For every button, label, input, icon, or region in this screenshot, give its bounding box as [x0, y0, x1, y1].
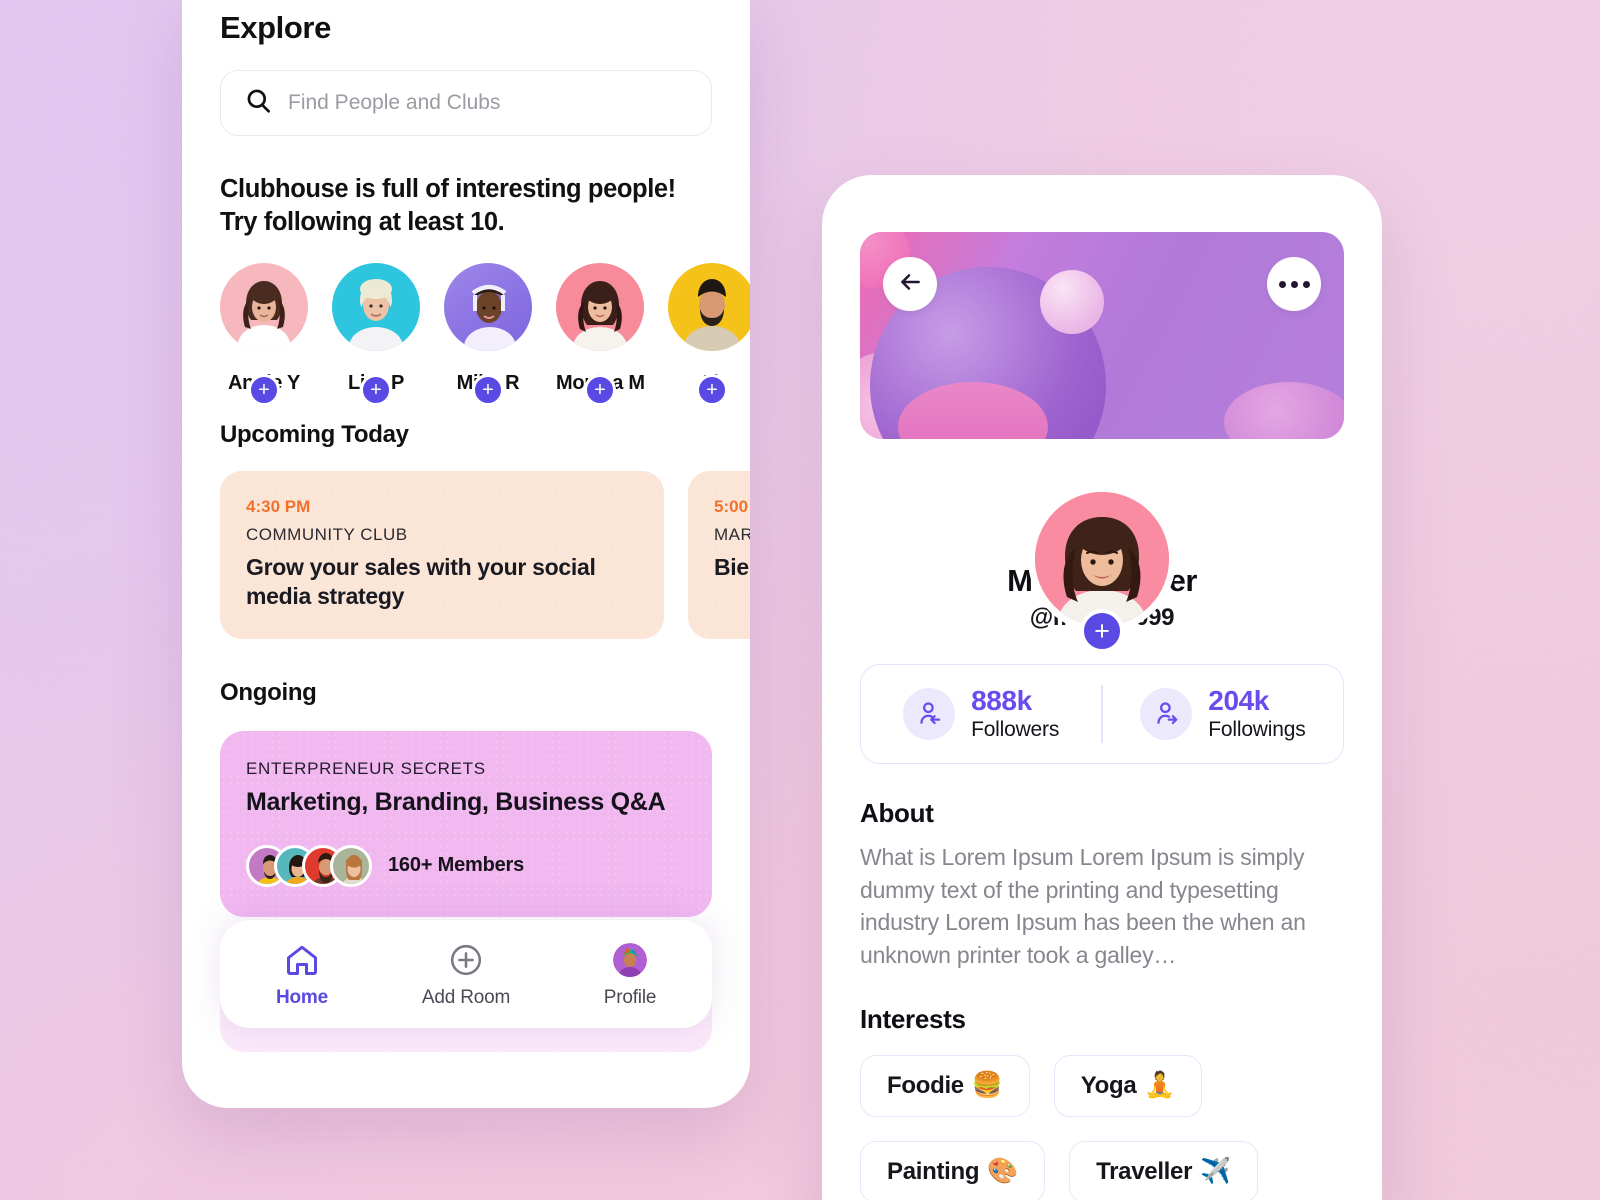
member-count: 160+ Members	[388, 854, 525, 877]
nav-label-profile: Profile	[603, 987, 657, 1008]
about-heading: About	[860, 798, 934, 828]
cover-blob	[1040, 270, 1104, 334]
avatar	[220, 263, 308, 352]
event-title: Grow your sales with your social media s…	[246, 554, 596, 610]
nav-item-home[interactable]: Home	[220, 939, 384, 1009]
interest-label: Foodie	[887, 1071, 964, 1099]
home-icon	[220, 939, 384, 981]
interest-chip-yoga[interactable]: Yoga 🧘	[1053, 1054, 1203, 1117]
nav-item-add-room[interactable]: Add Room	[384, 939, 548, 1009]
avatar	[444, 263, 532, 352]
stat-followings[interactable]: 204k Followings	[1103, 686, 1343, 741]
profile-avatar-wrap: +	[1028, 485, 1176, 653]
search-bar[interactable]	[220, 70, 712, 136]
room-title: Marketing, Branding, Business Q&A	[246, 787, 666, 816]
stat-followers[interactable]: 888k Followers	[861, 686, 1101, 741]
airplane-icon: ✈️	[1200, 1157, 1231, 1186]
interests-chips[interactable]: Foodie 🍔 Yoga 🧘 Painting 🎨 Traveller ✈️ …	[860, 1054, 1344, 1200]
follower-icon	[903, 687, 956, 740]
profile-stats: 888k Followers 204k Followings	[860, 664, 1344, 764]
follow-button[interactable]: +	[472, 374, 504, 407]
interest-chip-painting[interactable]: Painting 🎨	[860, 1140, 1046, 1200]
event-club: COMMUNITY CLUB	[246, 525, 408, 545]
search-input[interactable]	[288, 91, 687, 115]
more-options-button[interactable]	[1267, 257, 1321, 311]
follow-button[interactable]: +	[360, 374, 392, 407]
person-card[interactable]: + Annie Y	[220, 263, 308, 407]
nav-item-profile[interactable]: Profile	[548, 939, 712, 1009]
person-card[interactable]: + Liza P	[332, 263, 420, 407]
cover-blob	[1224, 382, 1344, 439]
profile-phone-frame: + Monica Miller @monica099 888k Follower…	[822, 175, 1382, 1200]
nav-label-add-room: Add Room	[421, 987, 511, 1008]
promo-text: Clubhouse is full of interesting people!…	[220, 173, 712, 239]
stat-label: Followings	[1208, 717, 1306, 741]
following-icon	[1140, 687, 1193, 740]
stat-value: 204k	[1208, 685, 1269, 717]
event-club: MAR	[714, 525, 750, 545]
nav-label-home: Home	[276, 987, 328, 1008]
promo-line-1: Clubhouse is full of interesting people!	[220, 175, 676, 203]
stat-text-followers: 888k Followers	[971, 686, 1059, 741]
search-icon	[245, 87, 272, 119]
avatar	[668, 263, 750, 352]
suggested-people-row[interactable]: + Annie Y + Liza P + Mike R	[220, 263, 750, 407]
event-title: Bie	[714, 554, 749, 581]
bottom-navigation[interactable]: Home Add Room Profile	[220, 920, 712, 1028]
plus-circle-icon	[384, 939, 548, 981]
interest-chip-foodie[interactable]: Foodie 🍔	[860, 1054, 1030, 1117]
avatar	[332, 263, 420, 352]
stat-value: 888k	[971, 685, 1032, 717]
avatar	[556, 263, 644, 352]
more-horizontal-icon	[1278, 280, 1310, 288]
interest-label: Painting	[887, 1157, 980, 1185]
palette-icon: 🎨	[987, 1157, 1019, 1186]
interests-heading: Interests	[860, 1003, 966, 1034]
upcoming-title: Upcoming Today	[220, 421, 409, 449]
upcoming-cards-row[interactable]: 4:30 PM COMMUNITY CLUB Grow your sales w…	[220, 471, 750, 639]
event-card[interactable]: 4:30 PM COMMUNITY CLUB Grow your sales w…	[220, 471, 664, 639]
event-card[interactable]: 5:00 MAR Bie	[688, 471, 750, 639]
interest-label: Traveller	[1096, 1157, 1193, 1185]
ongoing-room-card[interactable]: ENTERPRENEUR SECRETS Marketing, Branding…	[220, 730, 712, 917]
upcoming-section: Upcoming Today 4:30 PM COMMUNITY CLUB Gr…	[220, 421, 750, 639]
interest-label: Yoga	[1080, 1071, 1137, 1099]
stat-label: Followers	[971, 717, 1060, 741]
room-members: 160+ Members	[246, 844, 686, 887]
profile-cover-image	[860, 232, 1344, 439]
yoga-icon: 🧘	[1144, 1071, 1176, 1100]
person-card[interactable]: + Mike R	[444, 263, 532, 407]
avatar-icon	[548, 939, 712, 981]
event-time: 5:00	[714, 497, 749, 517]
person-card[interactable]: + Monica M	[556, 263, 645, 407]
room-kicker: ENTERPRENEUR SECRETS	[246, 758, 486, 778]
page-title: Explore	[220, 10, 331, 45]
member-avatar	[330, 844, 372, 887]
burger-icon: 🍔	[971, 1071, 1003, 1100]
follow-button[interactable]: +	[248, 374, 280, 407]
arrow-left-icon	[897, 269, 923, 300]
event-time: 4:30 PM	[246, 497, 311, 517]
person-card[interactable]: + Ab	[668, 263, 750, 407]
about-text: What is Lorem Ipsum Lorem Ipsum is simpl…	[860, 844, 1306, 968]
promo-line-2: Try following at least 10.	[220, 208, 505, 237]
explore-phone-frame: Explore Clubhouse is full of interesting…	[182, 0, 750, 1108]
stat-text-followings: 204k Followings	[1208, 686, 1305, 741]
interest-chip-traveller[interactable]: Traveller ✈️	[1069, 1140, 1258, 1200]
follow-button[interactable]: +	[696, 374, 728, 407]
follow-button[interactable]: +	[1080, 609, 1124, 653]
member-avatar-stack	[246, 844, 372, 887]
ongoing-title: Ongoing	[220, 678, 317, 706]
back-button[interactable]	[883, 257, 937, 311]
follow-button[interactable]: +	[584, 374, 616, 407]
